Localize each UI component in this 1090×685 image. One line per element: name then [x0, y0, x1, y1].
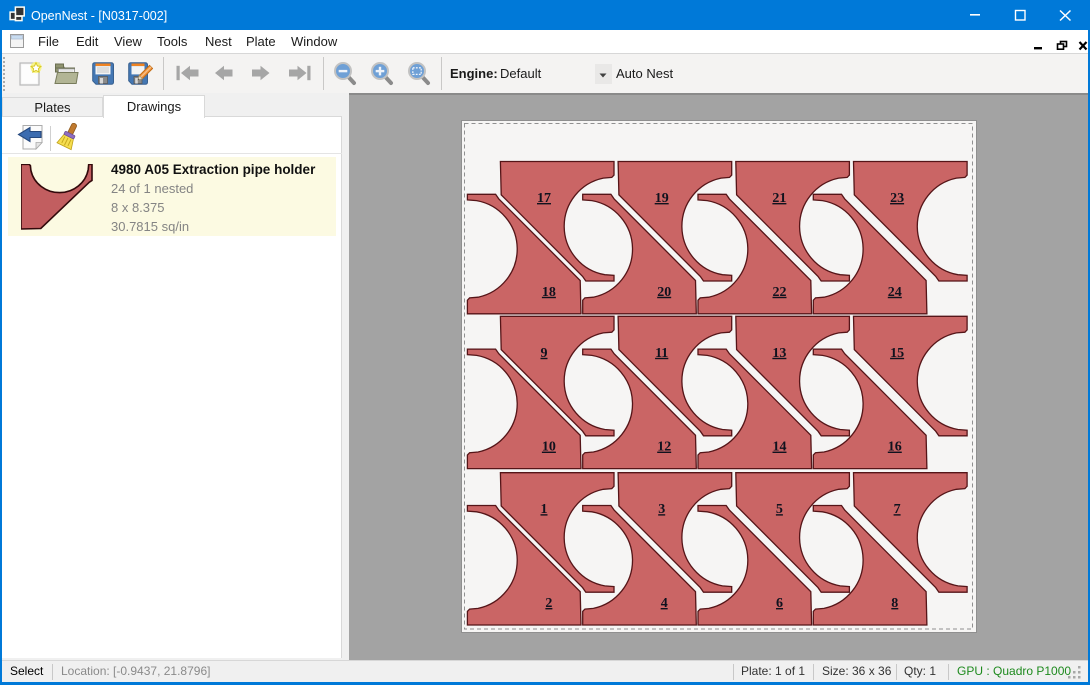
svg-text:8: 8 — [891, 596, 898, 611]
svg-text:1: 1 — [541, 502, 548, 517]
svg-text:11: 11 — [655, 346, 668, 361]
svg-text:12: 12 — [657, 440, 671, 455]
svg-text:6: 6 — [776, 596, 783, 611]
svg-text:21: 21 — [772, 191, 786, 206]
svg-text:18: 18 — [542, 285, 556, 300]
svg-text:2: 2 — [545, 596, 552, 611]
svg-text:23: 23 — [890, 191, 904, 206]
svg-text:19: 19 — [655, 191, 669, 206]
svg-text:16: 16 — [888, 440, 902, 455]
svg-text:24: 24 — [888, 285, 902, 300]
svg-text:15: 15 — [890, 346, 904, 361]
svg-text:10: 10 — [542, 440, 556, 455]
svg-text:20: 20 — [657, 285, 671, 300]
svg-text:17: 17 — [537, 191, 551, 206]
svg-text:4: 4 — [661, 596, 668, 611]
svg-text:9: 9 — [541, 346, 548, 361]
svg-text:14: 14 — [773, 440, 787, 455]
svg-text:7: 7 — [894, 502, 901, 517]
svg-text:3: 3 — [658, 502, 665, 517]
svg-text:22: 22 — [773, 285, 787, 300]
svg-text:13: 13 — [772, 346, 786, 361]
svg-text:5: 5 — [776, 502, 783, 517]
